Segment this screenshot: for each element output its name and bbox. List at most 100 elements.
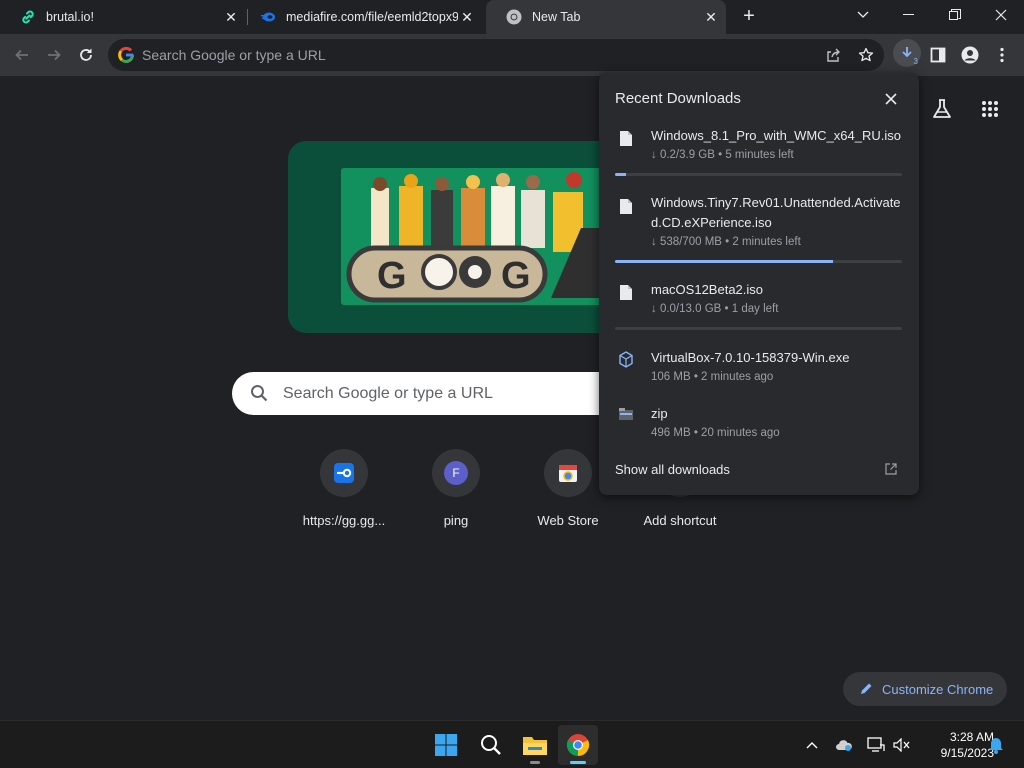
- bookmark-star-icon[interactable]: [855, 44, 877, 66]
- profile-avatar-icon[interactable]: [957, 42, 983, 68]
- app-active-indicator: [570, 761, 586, 764]
- downloads-count-badge: 3: [913, 57, 918, 66]
- show-hidden-icons-chevron-icon[interactable]: [802, 733, 822, 757]
- download-item[interactable]: Windows_8.1_Pro_with_WMC_x64_RU.iso ↓ 0.…: [599, 125, 919, 187]
- search-icon[interactable]: [471, 725, 511, 765]
- zip-file-icon: [618, 407, 634, 424]
- file-explorer-icon[interactable]: [515, 725, 555, 765]
- download-status: 106 MB • 2 minutes ago: [651, 371, 774, 383]
- tab-close-icon[interactable]: ✕: [702, 9, 720, 26]
- shortcut-label: ping: [443, 513, 469, 528]
- forward-arrow-icon[interactable]: [41, 42, 67, 68]
- toolbar: 3: [0, 34, 1024, 76]
- shortcut-label: Add shortcut: [643, 513, 717, 528]
- clock-time: 3:28 AM: [949, 730, 994, 744]
- svg-text:G: G: [501, 255, 531, 297]
- downloads-bubble: Recent Downloads Windows_8.1_Pro_with_WM…: [599, 73, 919, 495]
- download-status: ↓ 0.2/3.9 GB • 5 minutes left: [651, 149, 794, 161]
- labs-flask-icon[interactable]: [928, 95, 956, 123]
- avatar-letter: F: [444, 461, 468, 485]
- download-item[interactable]: Windows.Tiny7.Rev01.Unattended.Activated…: [599, 193, 919, 265]
- tab-title: mediafire.com/file/eemld2topx93: [286, 10, 458, 24]
- virtualbox-icon: [618, 351, 634, 368]
- volume-muted-icon[interactable]: [892, 733, 912, 757]
- more-menu-icon[interactable]: [989, 42, 1015, 68]
- downloads-button[interactable]: 3: [893, 39, 921, 67]
- download-progress-fill: [615, 260, 834, 263]
- downloads-title: Recent Downloads: [615, 90, 741, 107]
- pencil-icon: [859, 682, 873, 696]
- show-all-downloads-link[interactable]: Show all downloads: [615, 462, 730, 477]
- windows-start-icon[interactable]: [426, 725, 466, 765]
- web-store-icon: [544, 449, 592, 497]
- ntp-search-input[interactable]: [283, 372, 623, 415]
- app-running-indicator: [530, 761, 540, 764]
- shortcut-label: Web Store: [537, 513, 599, 528]
- tab-title: New Tab: [532, 10, 581, 24]
- omnibox[interactable]: [108, 39, 884, 71]
- onedrive-cloud-icon[interactable]: [834, 733, 854, 757]
- download-filename: zip: [651, 406, 668, 421]
- tab-title: brutal.io!: [46, 10, 94, 24]
- tab-close-icon[interactable]: ✕: [458, 9, 476, 26]
- svg-text:G: G: [377, 255, 407, 297]
- tab-close-icon[interactable]: ✕: [222, 9, 240, 26]
- new-tab-button[interactable]: +: [738, 5, 760, 27]
- download-progress-fill: [615, 173, 627, 176]
- shortcut-label: https://gg.gg...: [302, 513, 386, 528]
- google-doodle[interactable]: G G: [341, 168, 621, 305]
- download-filename: Windows.Tiny7.Rev01.Unattended.Activated…: [651, 195, 901, 230]
- letter-f-avatar: F: [432, 449, 480, 497]
- google-g-icon: [118, 46, 134, 63]
- file-icon: [619, 130, 633, 147]
- windows-taskbar: 3:28 AM 9/15/2023: [0, 720, 1024, 768]
- shortcut-ping[interactable]: F ping: [400, 449, 512, 539]
- search-icon: [250, 384, 268, 402]
- close-icon[interactable]: [881, 89, 901, 109]
- apps-grid-icon[interactable]: [976, 95, 1004, 123]
- tab-brutal[interactable]: brutal.io! ✕: [0, 0, 246, 34]
- download-filename: macOS12Beta2.iso: [651, 282, 764, 297]
- download-filename: VirtualBox-7.0.10-158379-Win.exe: [651, 350, 850, 365]
- download-item[interactable]: macOS12Beta2.iso ↓ 0.0/13.0 GB • 1 day l…: [599, 279, 919, 331]
- tab-search-chevron-icon[interactable]: [840, 0, 886, 30]
- download-filename: Windows_8.1_Pro_with_WMC_x64_RU.iso: [651, 128, 901, 143]
- reload-icon[interactable]: [73, 42, 99, 68]
- close-window-button[interactable]: [978, 0, 1024, 30]
- network-icon[interactable]: [866, 733, 886, 757]
- customize-label: Customize Chrome: [882, 681, 994, 697]
- download-status: ↓ 538/700 MB • 2 minutes left: [651, 236, 801, 248]
- tab-new-tab[interactable]: New Tab ✕: [486, 0, 726, 34]
- download-item[interactable]: zip 496 MB • 20 minutes ago: [599, 403, 919, 447]
- browser-window: brutal.io! ✕ mediafire.com/file/eemld2to…: [0, 0, 1024, 768]
- omnibox-input[interactable]: [142, 39, 782, 71]
- download-arrow-icon: [902, 47, 912, 58]
- file-icon: [619, 284, 633, 301]
- restore-button[interactable]: [932, 0, 978, 30]
- system-clock[interactable]: 3:28 AM 9/15/2023: [918, 729, 994, 761]
- tab-strip: brutal.io! ✕ mediafire.com/file/eemld2to…: [0, 0, 1024, 34]
- download-status: ↓ 0.0/13.0 GB • 1 day left: [651, 303, 779, 315]
- mediafire-icon: [260, 9, 276, 25]
- download-status: 496 MB • 20 minutes ago: [651, 427, 780, 439]
- minimize-button[interactable]: [886, 0, 932, 30]
- open-external-icon[interactable]: [885, 462, 899, 476]
- share-icon[interactable]: [822, 44, 844, 66]
- side-panel-icon[interactable]: [925, 42, 951, 68]
- chrome-icon[interactable]: [558, 725, 598, 765]
- download-progress: [615, 173, 902, 176]
- ntp-search-box[interactable]: [232, 372, 652, 415]
- notification-bell-icon[interactable]: [986, 733, 1006, 757]
- file-icon: [619, 198, 633, 215]
- download-progress: [615, 260, 902, 263]
- customize-chrome-button[interactable]: Customize Chrome: [843, 672, 1007, 706]
- shortcut-gg[interactable]: https://gg.gg...: [288, 449, 400, 539]
- download-item[interactable]: VirtualBox-7.0.10-158379-Win.exe 106 MB …: [599, 347, 919, 391]
- tab-mediafire[interactable]: mediafire.com/file/eemld2topx93 ✕: [240, 0, 482, 34]
- clock-date: 9/15/2023: [940, 746, 994, 760]
- download-progress: [615, 327, 902, 330]
- link-icon: [20, 9, 36, 25]
- back-arrow-icon[interactable]: [9, 42, 35, 68]
- chrome-icon: [506, 9, 522, 25]
- link-shortener-icon: [320, 449, 368, 497]
